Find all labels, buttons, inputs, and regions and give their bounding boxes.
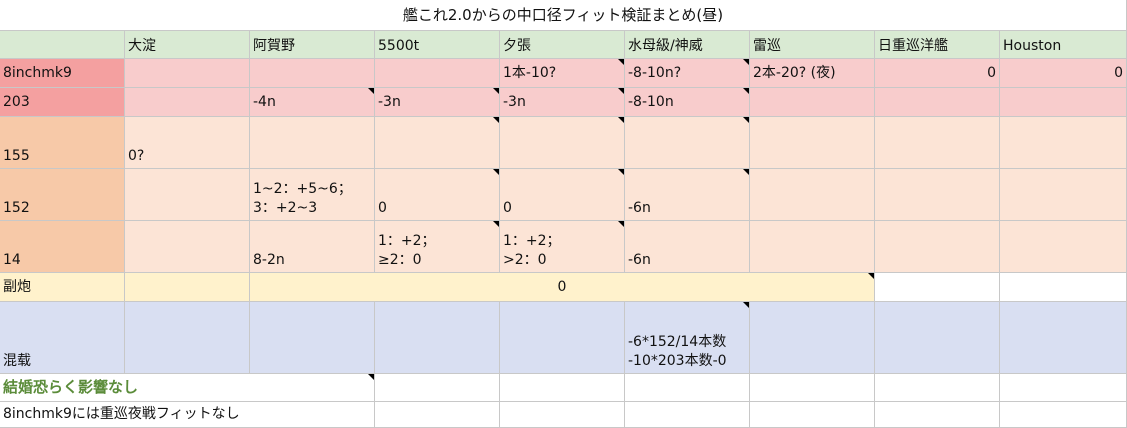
table-cell[interactable] [750, 88, 875, 117]
table-cell[interactable] [1000, 273, 1127, 302]
spreadsheet: 艦これ2.0からの中口径フィット検証まとめ(昼) 大淀 阿賀野 5500t 夕張… [0, 0, 1127, 428]
row-label-secondary-gun[interactable]: 副炮 [0, 273, 125, 302]
empty-cell[interactable] [500, 402, 625, 428]
table-cell[interactable]: -6*152/14本数 -10*203本数-0 [625, 302, 750, 374]
table-cell[interactable] [125, 221, 250, 273]
empty-cell[interactable] [750, 402, 875, 428]
table-cell[interactable] [250, 59, 375, 88]
header-cell[interactable]: 雷巡 [750, 31, 875, 59]
table-cell[interactable] [875, 302, 1000, 374]
header-cell[interactable]: 日重巡洋艦 [875, 31, 1000, 59]
table-cell[interactable] [875, 88, 1000, 117]
note-marriage[interactable]: 結婚恐らく影響なし [0, 374, 375, 402]
table-cell[interactable] [625, 117, 750, 169]
table-cell[interactable] [875, 273, 1000, 302]
empty-cell[interactable] [625, 374, 750, 402]
table-cell[interactable] [875, 117, 1000, 169]
table-cell[interactable]: 8-2n [250, 221, 375, 273]
empty-cell[interactable] [750, 374, 875, 402]
empty-cell[interactable] [875, 374, 1000, 402]
table-cell[interactable] [125, 169, 250, 221]
table-cell[interactable]: -8-10n [625, 88, 750, 117]
header-cell[interactable]: 大淀 [125, 31, 250, 59]
table-cell[interactable]: 0 [1000, 59, 1127, 88]
table-cell[interactable] [375, 117, 500, 169]
header-cell[interactable]: 夕張 [500, 31, 625, 59]
table-cell[interactable] [250, 117, 375, 169]
table-cell[interactable]: 0 [875, 59, 1000, 88]
header-corner[interactable] [0, 31, 125, 59]
empty-cell[interactable] [375, 374, 500, 402]
table-cell[interactable]: 1~2：+5~6； 3：+2~3 [250, 169, 375, 221]
note-night-battle[interactable]: 8inchmk9には重巡夜戦フィットなし [0, 402, 375, 428]
table-cell[interactable]: 0 [500, 169, 625, 221]
table-cell[interactable]: 0 [375, 169, 500, 221]
merged-secondary-gun-cell[interactable]: 0 [250, 273, 875, 302]
table-cell[interactable] [125, 88, 250, 117]
table-cell[interactable] [375, 302, 500, 374]
empty-cell[interactable] [1000, 374, 1127, 402]
table-cell[interactable]: 1本-10? [500, 59, 625, 88]
table-cell[interactable]: 1：+2； >2：0 [500, 221, 625, 273]
header-cell[interactable]: 5500t [375, 31, 500, 59]
header-cell[interactable]: 阿賀野 [250, 31, 375, 59]
table-cell[interactable] [375, 59, 500, 88]
row-label-8inchmk9[interactable]: 8inchmk9 [0, 59, 125, 88]
table-cell[interactable]: -3n [500, 88, 625, 117]
table-cell[interactable] [125, 302, 250, 374]
table-cell[interactable] [875, 169, 1000, 221]
table-cell[interactable] [750, 302, 875, 374]
table-cell[interactable]: -6n [625, 169, 750, 221]
table-cell[interactable] [750, 221, 875, 273]
header-cell[interactable]: 水母級/神威 [625, 31, 750, 59]
empty-cell[interactable] [500, 374, 625, 402]
table-cell[interactable] [750, 117, 875, 169]
empty-cell[interactable] [1000, 402, 1127, 428]
table-cell[interactable] [1000, 221, 1127, 273]
table-cell[interactable] [500, 117, 625, 169]
row-label-203[interactable]: 203 [0, 88, 125, 117]
table-cell[interactable] [250, 302, 375, 374]
table-cell[interactable] [500, 302, 625, 374]
header-cell[interactable]: Houston [1000, 31, 1127, 59]
sheet-title[interactable]: 艦これ2.0からの中口径フィット検証まとめ(昼) [0, 0, 1127, 31]
table-cell[interactable] [125, 273, 250, 302]
table-cell[interactable]: -6n [625, 221, 750, 273]
row-label-155[interactable]: 155 [0, 117, 125, 169]
table-cell[interactable] [1000, 302, 1127, 374]
table-cell[interactable]: -8-10n? [625, 59, 750, 88]
table-cell[interactable]: 2本-20? (夜) [750, 59, 875, 88]
table-cell[interactable] [1000, 88, 1127, 117]
table-cell[interactable] [875, 221, 1000, 273]
table-cell[interactable] [1000, 169, 1127, 221]
table-cell[interactable] [125, 59, 250, 88]
table-cell[interactable]: 1：+2； ≥2：0 [375, 221, 500, 273]
table-cell[interactable]: 0? [125, 117, 250, 169]
table-cell[interactable]: -4n [250, 88, 375, 117]
row-label-mixed[interactable]: 混载 [0, 302, 125, 374]
row-label-14[interactable]: 14 [0, 221, 125, 273]
empty-cell[interactable] [375, 402, 500, 428]
empty-cell[interactable] [625, 402, 750, 428]
table-cell[interactable] [750, 169, 875, 221]
row-label-152[interactable]: 152 [0, 169, 125, 221]
table-cell[interactable]: -3n [375, 88, 500, 117]
empty-cell[interactable] [875, 402, 1000, 428]
table-cell[interactable] [1000, 117, 1127, 169]
